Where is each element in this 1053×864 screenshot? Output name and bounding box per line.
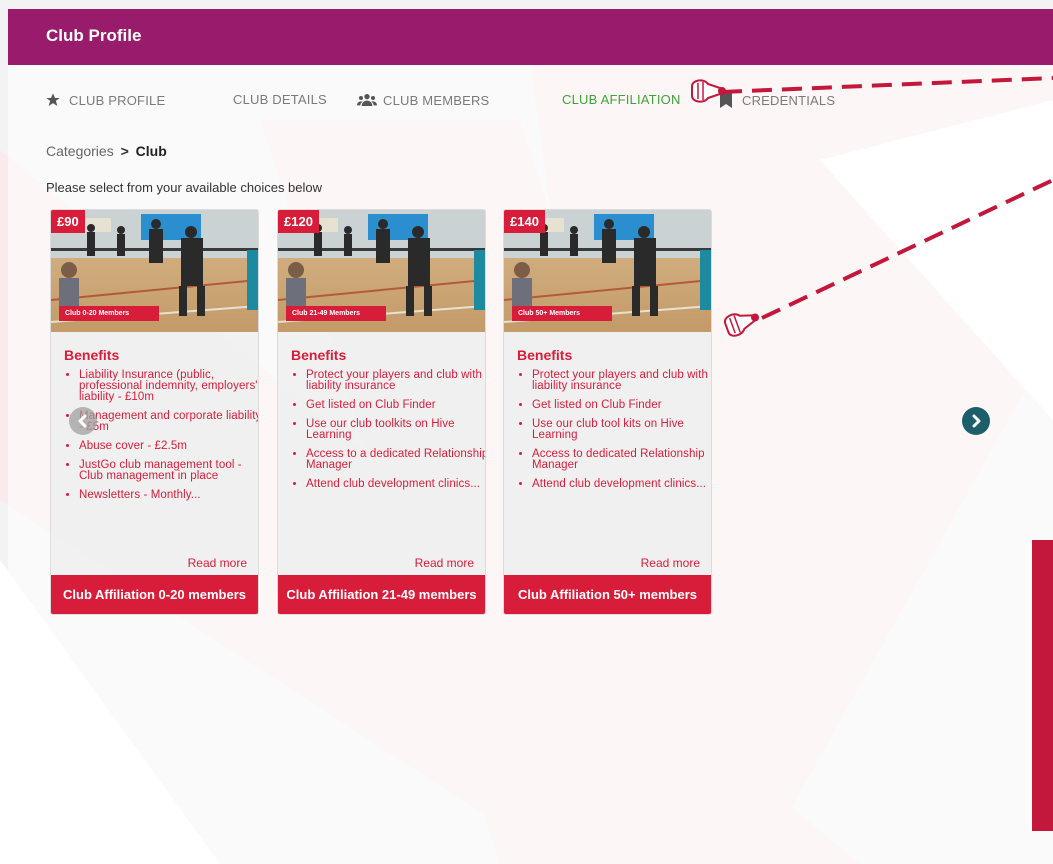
benefit-item: Management and corporate liability - £5m — [79, 410, 258, 433]
tab-label: CLUB PROFILE — [69, 92, 166, 108]
side-accent-bar — [1032, 540, 1053, 831]
tab-bar: CLUB PROFILE CLUB DETAILS CLUB MEMBERS C… — [8, 89, 1053, 111]
select-affiliation-button[interactable]: Club Affiliation 50+ members — [504, 575, 711, 614]
read-more-link[interactable]: Read more — [415, 556, 474, 570]
price-badge: £120 — [278, 210, 319, 233]
breadcrumb-current: Club — [135, 143, 167, 159]
benefit-item: Attend club development clinics... — [306, 478, 485, 490]
carousel-next-button[interactable] — [962, 407, 990, 435]
read-more-link[interactable]: Read more — [641, 556, 700, 570]
benefit-item: Attend club development clinics... — [532, 478, 711, 490]
star-icon — [43, 92, 63, 108]
users-icon — [357, 92, 377, 108]
tab-credentials[interactable]: CREDENTIALS — [716, 92, 835, 108]
price-badge: £90 — [51, 210, 85, 233]
read-more-link[interactable]: Read more — [188, 556, 247, 570]
bookmark-icon — [716, 92, 736, 108]
benefits-list: Protect your players and club with liabi… — [291, 369, 485, 498]
breadcrumb: Categories > Club — [46, 143, 167, 159]
carousel-prev-button[interactable] — [69, 407, 97, 435]
chevron-left-icon — [78, 414, 87, 428]
benefit-item: Access to dedicated Relationship Manager — [532, 448, 711, 471]
tab-label: CLUB DETAILS — [233, 92, 327, 107]
instruction-text: Please select from your available choice… — [46, 180, 323, 195]
benefit-item: Liability Insurance (public, professiona… — [79, 369, 258, 403]
membership-card[interactable]: £140 Club 50+ Members Benefits Protect y… — [503, 209, 712, 615]
tier-tag: Club 0-20 Members — [59, 306, 159, 321]
page-header: Club Profile — [8, 9, 1053, 65]
tier-tag: Club 50+ Members — [512, 306, 612, 321]
breadcrumb-root[interactable]: Categories — [46, 143, 114, 159]
club-profile-panel: Club Profile CLUB PROFILE CLUB DETAILS C… — [8, 9, 1053, 864]
benefit-item: Access to a dedicated Relationship Manag… — [306, 448, 485, 471]
tier-tag: Club 21-49 Members — [286, 306, 386, 321]
price-badge: £140 — [504, 210, 545, 233]
tab-label: CLUB AFFILIATION — [562, 92, 681, 107]
tab-club-details[interactable]: CLUB DETAILS — [233, 92, 327, 107]
tab-club-affiliation[interactable]: CLUB AFFILIATION — [562, 92, 681, 107]
breadcrumb-separator: > — [120, 143, 129, 159]
benefit-item: JustGo club management tool - Club manag… — [79, 459, 258, 482]
benefits-title: Benefits — [291, 347, 347, 363]
benefits-list: Protect your players and club with liabi… — [517, 369, 711, 498]
membership-card[interactable]: £120 Club 21-49 Members Benefits Protect… — [277, 209, 486, 615]
benefit-item: Protect your players and club with liabi… — [306, 369, 485, 392]
tab-club-profile[interactable]: CLUB PROFILE — [43, 92, 165, 108]
benefits-title: Benefits — [517, 347, 573, 363]
benefit-item: Newsletters - Monthly... — [79, 489, 258, 501]
benefit-item: Protect your players and club with liabi… — [532, 369, 711, 392]
tab-label: CLUB MEMBERS — [383, 92, 490, 108]
select-affiliation-button[interactable]: Club Affiliation 21-49 members — [278, 575, 485, 614]
benefit-item: Use our club toolkits on Hive Learning — [306, 418, 485, 441]
page-title: Club Profile — [46, 26, 142, 45]
benefit-item: Get listed on Club Finder — [532, 399, 711, 411]
benefit-item: Get listed on Club Finder — [306, 399, 485, 411]
tab-label: CREDENTIALS — [742, 92, 836, 108]
benefit-item: Use our club tool kits on Hive Learning — [532, 418, 711, 441]
benefits-title: Benefits — [64, 347, 120, 363]
chevron-right-icon — [972, 414, 981, 428]
tab-club-members[interactable]: CLUB MEMBERS — [357, 92, 489, 108]
benefits-list: Liability Insurance (public, professiona… — [64, 369, 258, 509]
select-affiliation-button[interactable]: Club Affiliation 0-20 members — [51, 575, 258, 614]
benefit-item: Abuse cover - £2.5m — [79, 440, 258, 452]
